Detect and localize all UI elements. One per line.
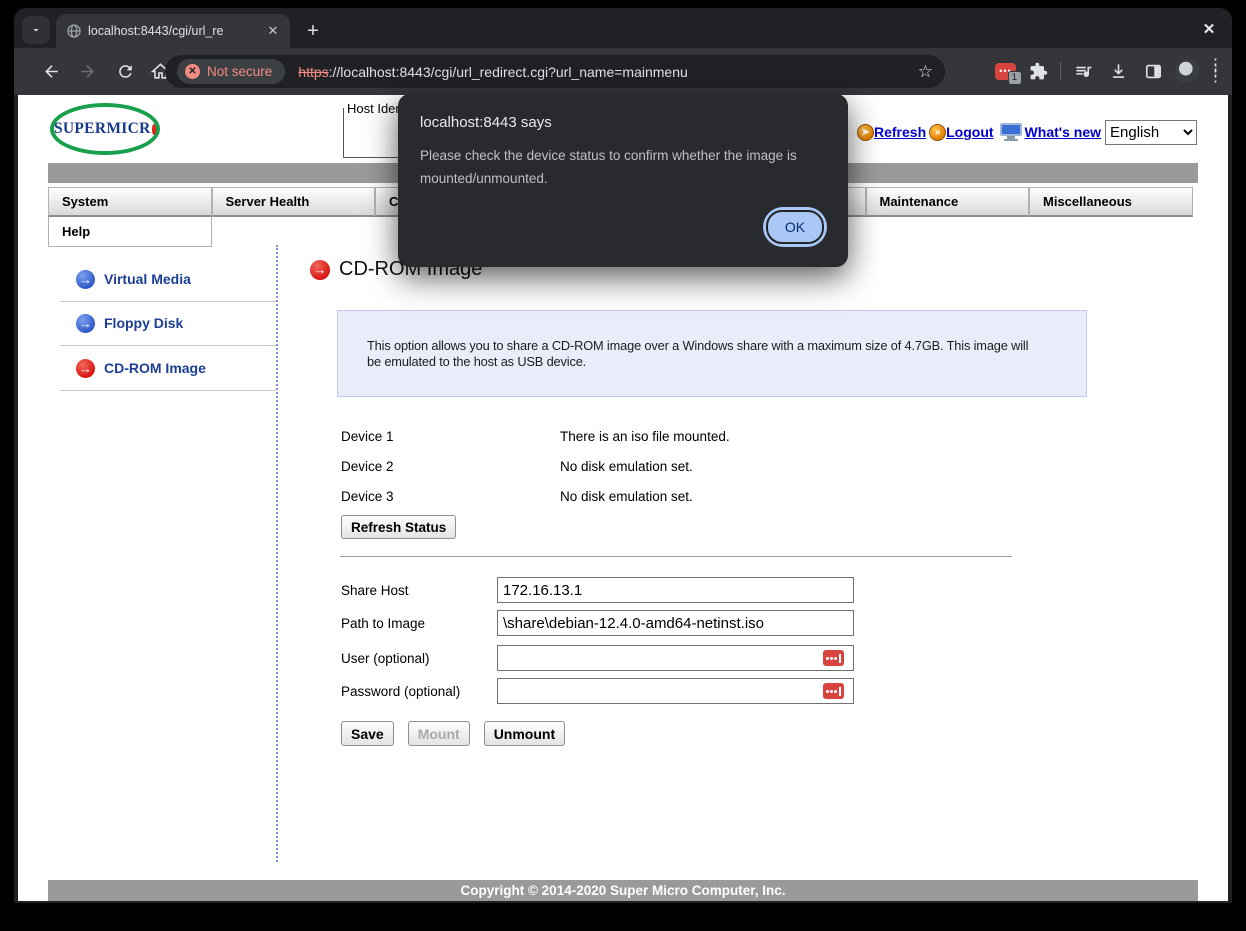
- share-host-label: Share Host: [341, 583, 409, 598]
- media-controls-icon[interactable]: [1070, 58, 1096, 84]
- tab-strip: localhost:8443/cgi/url_re ✕ + ✕: [14, 8, 1232, 48]
- password-label: Password (optional): [341, 684, 460, 699]
- sidebar-item-label: Floppy Disk: [104, 315, 183, 331]
- alert-title: localhost:8443 says: [420, 114, 552, 131]
- globe-favicon-icon: [66, 23, 82, 39]
- device-1-status: There is an iso file mounted.: [560, 429, 730, 444]
- menu-item-server-health[interactable]: Server Health: [212, 187, 376, 217]
- browser-toolbar: ✕ Not secure https://localhost:8443/cgi/…: [14, 48, 1232, 95]
- language-select[interactable]: English: [1105, 120, 1197, 145]
- toolbar-separator: [1060, 62, 1061, 80]
- whats-new-link[interactable]: What's new: [1025, 124, 1101, 140]
- chevron-down-icon: [30, 24, 42, 36]
- share-host-input[interactable]: [497, 577, 854, 603]
- extension-badge: 1: [1008, 71, 1022, 85]
- device-3-label: Device 3: [341, 489, 394, 504]
- mount-button[interactable]: Mount: [408, 721, 470, 746]
- sidebar-item-cdrom-image[interactable]: → CD-ROM Image: [76, 357, 206, 379]
- sidebar-separator: [60, 390, 276, 391]
- sidebar-item-virtual-media[interactable]: → Virtual Media: [76, 268, 191, 290]
- unmount-button[interactable]: Unmount: [484, 721, 565, 746]
- reload-button[interactable]: [112, 58, 138, 84]
- device-1-label: Device 1: [341, 429, 394, 444]
- arrow-circle-icon: →: [76, 270, 95, 289]
- logo-dot: [152, 124, 156, 135]
- url-bar[interactable]: ✕ Not secure https://localhost:8443/cgi/…: [165, 55, 945, 88]
- sidebar-divider: [276, 245, 278, 862]
- browser-tab[interactable]: localhost:8443/cgi/url_re ✕: [56, 14, 290, 48]
- arrow-circle-icon-active: →: [76, 359, 95, 378]
- url-scheme: https: [298, 64, 328, 80]
- footer-copyright: Copyright © 2014-2020 Super Micro Comput…: [48, 880, 1198, 901]
- logout-icon: »: [929, 124, 946, 141]
- window-close-button[interactable]: ✕: [1198, 18, 1220, 40]
- path-to-image-label: Path to Image: [341, 616, 425, 631]
- refresh-status-button[interactable]: Refresh Status: [341, 515, 456, 539]
- url-text: https://localhost:8443/cgi/url_redirect.…: [298, 64, 688, 80]
- header-links: ➤ Refresh » Logout What's new English: [857, 119, 1197, 145]
- password-extension-icon[interactable]: •••1: [995, 63, 1016, 80]
- sidebar-separator: [60, 345, 276, 346]
- side-panel-icon[interactable]: [1140, 58, 1166, 84]
- refresh-icon: ➤: [857, 124, 874, 141]
- alert-ok-button[interactable]: OK: [763, 207, 827, 247]
- menu-item-help[interactable]: Help: [48, 217, 212, 247]
- profile-avatar[interactable]: [1175, 59, 1199, 83]
- description-text: This option allows you to share a CD-ROM…: [367, 338, 1035, 369]
- browser-menu-icon[interactable]: ⋮⋮⋮: [1208, 62, 1222, 80]
- save-button[interactable]: Save: [341, 721, 394, 746]
- not-secure-chip[interactable]: ✕ Not secure: [177, 59, 285, 84]
- extensions-puzzle-icon[interactable]: [1025, 58, 1051, 84]
- bookmark-star-icon[interactable]: ☆: [918, 62, 933, 82]
- menu-item-maintenance[interactable]: Maintenance: [866, 187, 1030, 217]
- sidebar-item-label: CD-ROM Image: [104, 360, 206, 376]
- device-3-status: No disk emulation set.: [560, 489, 693, 504]
- password-manager-icon[interactable]: [823, 683, 844, 699]
- menu-item-system[interactable]: System: [48, 187, 212, 217]
- form-divider: [340, 556, 1012, 557]
- sidebar-item-label: Virtual Media: [104, 271, 191, 287]
- page-title-icon: →: [310, 260, 330, 280]
- forward-button[interactable]: [74, 58, 100, 84]
- user-label: User (optional): [341, 651, 430, 666]
- device-2-status: No disk emulation set.: [560, 459, 693, 474]
- user-input[interactable]: [497, 645, 854, 671]
- logo-text: SUPERMICR: [54, 120, 151, 138]
- supermicro-logo: SUPERMICR: [50, 103, 160, 155]
- not-secure-label: Not secure: [207, 64, 272, 79]
- menu-item-miscellaneous[interactable]: Miscellaneous: [1029, 187, 1193, 217]
- tab-search-button[interactable]: [22, 16, 50, 44]
- password-manager-icon[interactable]: [823, 650, 844, 666]
- not-secure-icon: ✕: [185, 64, 200, 79]
- logout-link[interactable]: Logout: [946, 124, 993, 140]
- alert-dialog: localhost:8443 says Please check the dev…: [398, 94, 848, 267]
- path-to-image-input[interactable]: [497, 610, 854, 636]
- password-input[interactable]: [497, 678, 854, 704]
- url-rest: ://localhost:8443/cgi/url_redirect.cgi?u…: [329, 64, 688, 80]
- alert-message: Please check the device status to confir…: [420, 144, 820, 190]
- back-button[interactable]: [38, 58, 64, 84]
- whats-new-icon: [1000, 123, 1022, 141]
- description-box: This option allows you to share a CD-ROM…: [337, 310, 1087, 397]
- arrow-circle-icon: →: [76, 314, 95, 333]
- tab-close-icon[interactable]: ✕: [264, 22, 282, 40]
- new-tab-button[interactable]: +: [300, 18, 326, 44]
- download-icon[interactable]: [1105, 58, 1131, 84]
- tab-title: localhost:8443/cgi/url_re: [88, 24, 258, 38]
- sidebar-separator: [60, 301, 276, 302]
- device-2-label: Device 2: [341, 459, 394, 474]
- refresh-link[interactable]: Refresh: [874, 124, 926, 140]
- sidebar-item-floppy-disk[interactable]: → Floppy Disk: [76, 312, 183, 334]
